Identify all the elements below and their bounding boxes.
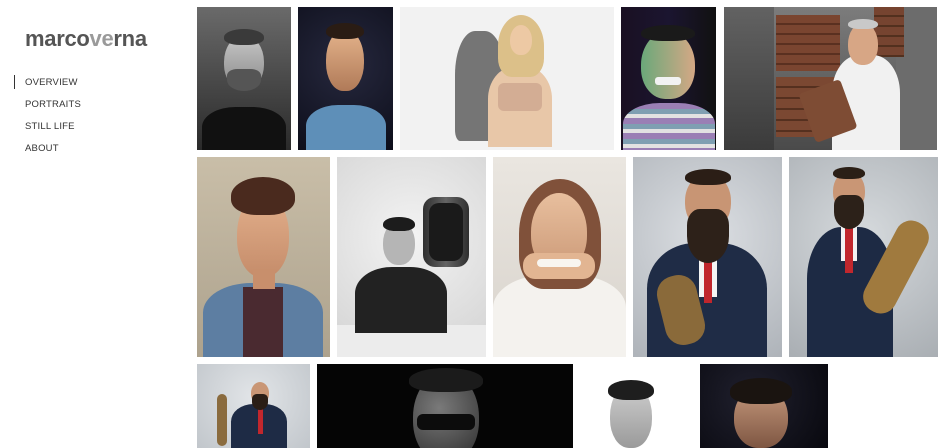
site-logo[interactable]: marcoverna bbox=[25, 26, 147, 52]
photo-tile[interactable] bbox=[724, 7, 937, 150]
logo-text-marco: marco bbox=[25, 26, 90, 51]
nav-item-still-life[interactable]: STILL LIFE bbox=[14, 118, 81, 140]
photo-tile[interactable] bbox=[621, 7, 716, 150]
photo-tile[interactable] bbox=[298, 7, 393, 150]
photo-tile[interactable] bbox=[580, 364, 693, 448]
logo-text-rna: rna bbox=[113, 26, 147, 51]
photo-tile[interactable] bbox=[493, 157, 626, 357]
nav-item-about[interactable]: ABOUT bbox=[14, 140, 81, 162]
nav-item-portraits[interactable]: PORTRAITS bbox=[14, 96, 81, 118]
photo-tile[interactable] bbox=[700, 364, 828, 448]
sidebar: marcoverna OVERVIEW PORTRAITS STILL LIFE… bbox=[0, 0, 190, 448]
nav-item-overview[interactable]: OVERVIEW bbox=[14, 74, 81, 96]
photo-tile[interactable] bbox=[317, 364, 573, 448]
photo-tile[interactable] bbox=[633, 157, 782, 357]
photo-tile[interactable] bbox=[197, 157, 330, 357]
logo-text-ve: ve bbox=[89, 26, 114, 51]
main-nav: OVERVIEW PORTRAITS STILL LIFE ABOUT bbox=[14, 74, 81, 162]
photo-tile[interactable] bbox=[197, 7, 291, 150]
photo-tile[interactable] bbox=[197, 364, 310, 448]
photo-tile[interactable] bbox=[337, 157, 486, 357]
photo-tile[interactable] bbox=[400, 7, 614, 150]
photo-tile[interactable] bbox=[789, 157, 938, 357]
